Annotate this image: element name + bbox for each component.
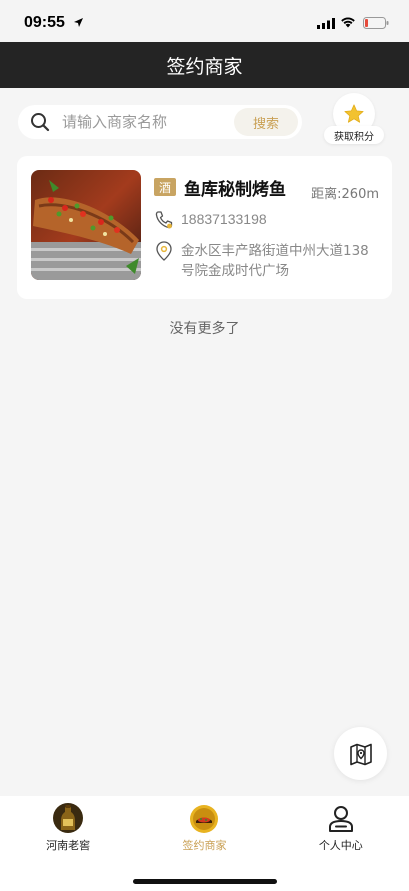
home-indicator[interactable] — [133, 879, 277, 884]
tab-personal-center[interactable]: 个人中心 — [273, 796, 409, 858]
location-pin-icon — [156, 241, 172, 261]
signal-icon — [317, 18, 335, 29]
search-button[interactable]: 搜索 — [234, 108, 298, 136]
category-tag: 酒 — [154, 178, 176, 196]
tab-label: 签约商家 — [182, 839, 227, 852]
phone-icon — [155, 211, 173, 229]
list-end-text: 没有更多了 — [169, 321, 240, 337]
star-icon — [344, 104, 364, 123]
tab-label: 河南老窖 — [46, 839, 91, 852]
merchant-distance: 距离:260m — [311, 187, 379, 202]
home-indicator-area — [0, 858, 409, 891]
get-points-button[interactable]: 获取积分 — [324, 93, 384, 145]
search-bar: 搜索 — [18, 105, 302, 139]
wifi-icon — [341, 17, 355, 28]
bottle-icon — [53, 803, 84, 833]
search-icon — [31, 113, 50, 132]
search-input[interactable] — [62, 105, 232, 139]
merchant-address: 金水区丰产路街道中州大道138号院金成时代广场 — [181, 243, 369, 279]
status-bar: 09:55 — [0, 0, 409, 42]
tab-label: 个人中心 — [318, 839, 363, 852]
page-title: 签约商家 — [166, 55, 243, 78]
tab-signed-merchants[interactable]: 签约商家 — [136, 796, 272, 858]
merchant-phone[interactable]: 18837133198 — [181, 211, 267, 227]
store-badge-icon — [190, 805, 219, 833]
merchant-name: 鱼库秘制烤鱼 — [184, 180, 286, 200]
merchant-photo — [31, 170, 141, 280]
grilled-fish-image — [31, 170, 141, 280]
tab-henan-laojiao[interactable]: 河南老窖 — [0, 796, 136, 858]
nav-header: 签约商家 — [0, 42, 409, 88]
status-time: 09:55 — [24, 14, 65, 31]
merchant-card[interactable]: 酒 鱼库秘制烤鱼 距离:260m 18837133198 金水区丰产路街道中州大… — [17, 156, 392, 299]
battery-icon — [363, 17, 389, 29]
person-icon — [328, 806, 353, 832]
location-arrow-icon — [74, 18, 83, 27]
tab-bar: 河南老窖 签约商家 个人中心 — [0, 796, 409, 858]
map-icon — [349, 743, 372, 765]
map-button[interactable] — [334, 727, 387, 780]
points-label: 获取积分 — [324, 126, 384, 144]
